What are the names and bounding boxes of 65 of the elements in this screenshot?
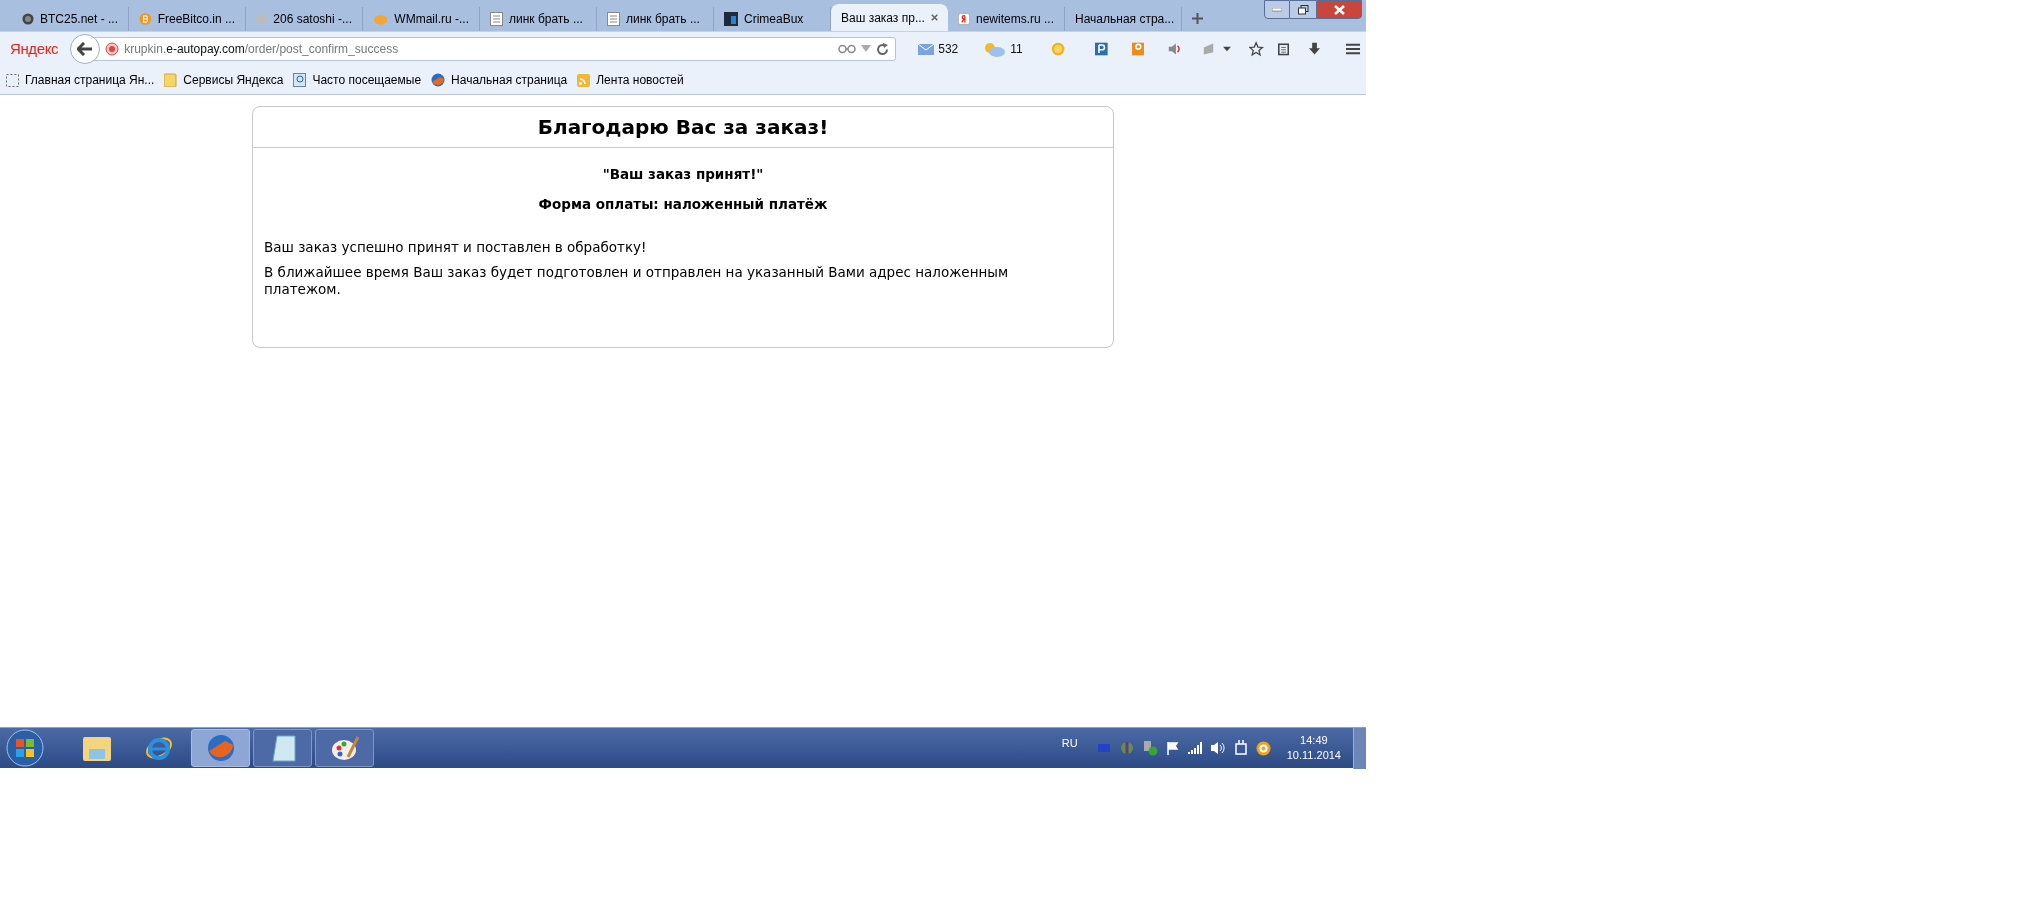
dropdown-icon[interactable]	[1223, 46, 1232, 52]
signal-bars-icon[interactable]	[1187, 742, 1202, 754]
url-text: krupkin.e-autopay.com/order/post_confirm_success	[124, 41, 399, 58]
sun-cloud-icon	[982, 41, 1007, 57]
envelope-icon	[918, 43, 935, 55]
body-paragraph: В ближайшее время Ваш заказ будет подготовлен и отправлен на указанный Вами адрес наложенным платежом.	[264, 263, 1010, 298]
close-button[interactable]	[1316, 0, 1362, 19]
page-heading: Благодарю Вас за заказ!	[537, 114, 829, 141]
back-arrow-icon	[77, 42, 94, 56]
volume-icon[interactable]	[1209, 741, 1226, 755]
payment-method: Форма оплаты: наложенный платёж	[537, 195, 829, 215]
dashed-square-icon	[6, 73, 19, 87]
coin-icon	[22, 12, 34, 26]
restore-icon	[1297, 4, 1309, 15]
fox-globe-icon	[205, 733, 236, 763]
fox-globe-icon	[431, 73, 446, 87]
order-status: "Ваш заказ принят!"	[601, 165, 765, 184]
bookmark-item[interactable]: Главная страница Ян...	[6, 71, 155, 89]
bookmark-item[interactable]: Лента новостей	[577, 71, 684, 89]
glasses-icon	[838, 44, 857, 54]
address-bar[interactable]: krupkin.e-autopay.com/order/post_confirm_success	[94, 37, 897, 61]
clipboard-icon[interactable]	[1277, 41, 1289, 57]
browser-tab[interactable]: Ваш заказ пр...	[831, 4, 948, 31]
minimize-icon	[1272, 7, 1282, 12]
clock-date: 10.11.2014	[1286, 748, 1341, 763]
star-icon[interactable]	[1249, 40, 1264, 58]
speaker-icon[interactable]	[1168, 42, 1181, 56]
back-button[interactable]	[70, 34, 101, 64]
clock[interactable]: 14:49 10.11.2014	[1286, 733, 1341, 763]
weather-widget[interactable]: 11	[982, 40, 1023, 58]
start-button[interactable]	[5, 728, 45, 768]
disc-icon	[256, 12, 268, 26]
cb-logo-icon	[724, 12, 738, 26]
dropdown-icon	[861, 45, 872, 53]
download-icon[interactable]	[1308, 41, 1320, 57]
language-indicator[interactable]: RU	[1061, 734, 1078, 752]
p-key-icon[interactable]	[1094, 41, 1108, 57]
taskbar-app-button[interactable]	[253, 729, 312, 767]
body-paragraph: Ваш заказ успешно принят и поставлен в обработку!	[264, 238, 648, 256]
power-plug-icon[interactable]	[1233, 740, 1248, 756]
new-tab-icon[interactable]	[1192, 13, 1203, 24]
document-icon	[490, 12, 503, 26]
site-icon	[105, 42, 120, 56]
folder-icon	[164, 73, 178, 87]
bookmark-item[interactable]: Сервисы Яндекса	[164, 71, 284, 89]
taskbar-app-button[interactable]	[191, 729, 250, 767]
bookmark-item[interactable]: Начальная страница	[431, 71, 568, 89]
yandex-icon	[958, 12, 970, 26]
yandex-logo[interactable]: Яндекс	[6, 37, 63, 61]
bookmark-item[interactable]: Часто посещаемые	[293, 71, 422, 89]
taskbar-app-button[interactable]	[315, 729, 374, 767]
mail-widget[interactable]: 532	[918, 40, 959, 58]
bitcoin-icon	[139, 12, 152, 26]
document-icon	[607, 12, 620, 26]
clock-time: 14:49	[1300, 733, 1328, 748]
maximize-button[interactable]	[1290, 0, 1316, 19]
close-icon	[1333, 4, 1345, 15]
magnifier-page-icon	[293, 73, 307, 87]
ring-icon[interactable]	[1255, 740, 1271, 756]
rss-icon	[577, 73, 591, 87]
close-tab-icon[interactable]	[930, 13, 938, 22]
flag-icon[interactable]	[1165, 741, 1180, 755]
menu-icon[interactable]	[1345, 42, 1360, 56]
reload-icon	[876, 42, 890, 56]
folder-icon	[81, 734, 112, 762]
